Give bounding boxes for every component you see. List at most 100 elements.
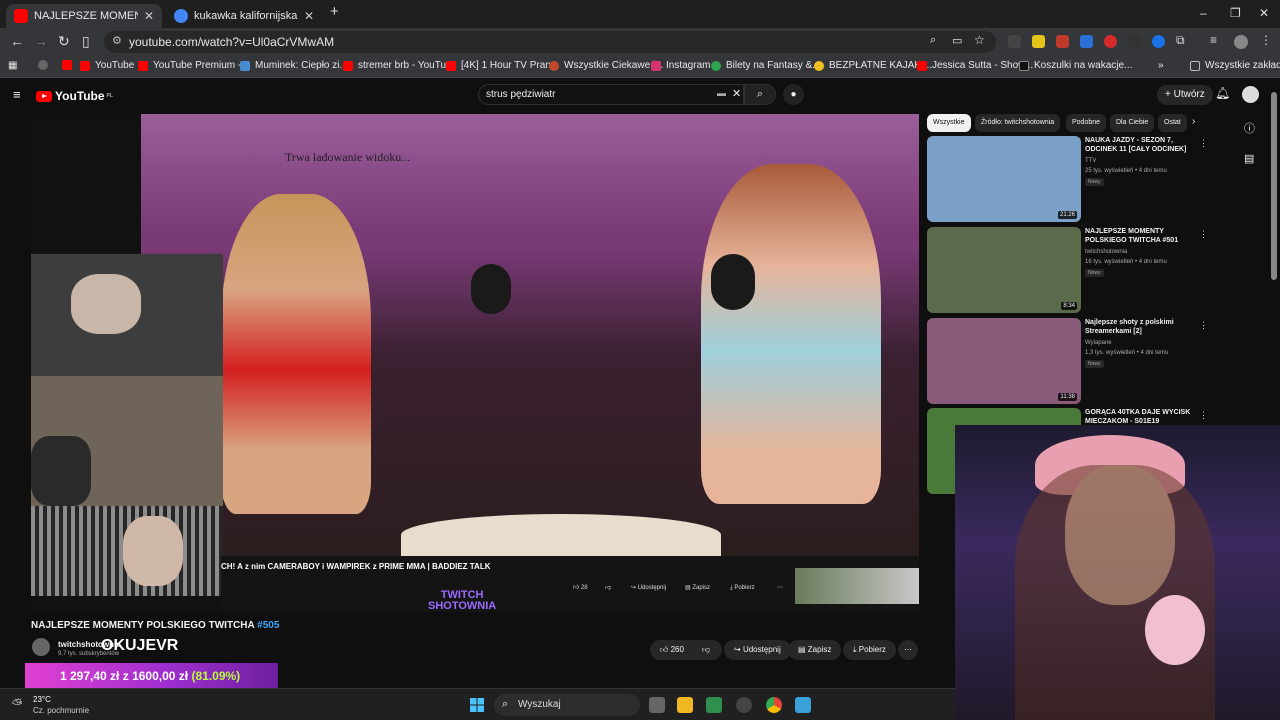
notifications-bell-icon[interactable]: 🔔︎ [1215,86,1230,100]
bookmark-youtube-icon[interactable] [62,60,77,70]
create-button[interactable]: + Utwórz [1157,85,1213,105]
save-button[interactable]: ▤ Zapisz [788,640,842,660]
chat-icon[interactable]: ▤ [1244,152,1254,165]
recommendation-channel[interactable]: Wylapane [1085,340,1112,346]
zoom-icon[interactable]: ⌕ [930,34,936,47]
site-info-icon[interactable]: ⚙ [112,34,122,47]
side-panel-icon[interactable]: ▯ [82,33,90,50]
extension-icon[interactable] [1032,35,1045,48]
close-window-icon[interactable]: ✕ [1259,6,1269,20]
tab-close-icon[interactable]: ✕ [144,9,154,23]
video-thumbnail[interactable] [927,136,1081,222]
notepad-icon[interactable] [795,697,811,713]
app-icon[interactable] [736,697,752,713]
file-explorer-icon[interactable] [677,697,693,713]
chip-all[interactable]: Wszystkie [927,114,971,132]
recommendation-title[interactable]: GORĄCA 40TKA DAJE WYCISK MIECZAKOM - S01… [1085,408,1197,426]
bookmark-item[interactable]: stremer brb - YouTu... [343,60,454,71]
info-icon[interactable]: ⓘ [1244,120,1255,136]
minimize-icon[interactable]: – [1200,6,1207,20]
bookmark-item[interactable]: Wszystkie Ciekawe i... [549,60,663,71]
weather-temperature[interactable]: 23°C [33,695,51,704]
tab-youtube[interactable]: NAJLEPSZE MOMENTY POLSKIEGO TWITCHA ✕ [6,4,162,28]
download-button[interactable]: ⤓ Pobierz [843,640,896,660]
dislike-button[interactable]: 👎︎ [694,640,722,660]
video-player[interactable]: Trwa ładowanie widoku... CH! A z nim CAM… [31,114,919,612]
chip-source[interactable]: Źródło: twitchshotownia [975,114,1061,132]
bookmark-item[interactable]: [4K] 1 Hour TV Pran... [446,60,559,71]
video-thumbnail[interactable] [927,318,1081,404]
account-avatar[interactable] [1242,86,1259,103]
chrome-icon[interactable] [766,697,782,713]
profile-avatar[interactable] [1234,35,1248,49]
youtube-logo[interactable]: YouTube PL [36,89,113,103]
reading-list-icon[interactable]: ≡ [1210,33,1217,47]
recommendation-channel[interactable]: TTV [1085,158,1096,164]
chrome-menu-icon[interactable]: ⋮ [1260,33,1272,47]
recommendation-item[interactable]: 11:38 Najlepsze shoty z polskimi Streame… [927,318,1208,404]
search-input[interactable]: strus pędziwiatr ▬ ✕ [478,84,744,105]
recommendation-title[interactable]: NAJLEPSZE MOMENTY POLSKIEGO TWITCHA #501 [1085,227,1197,245]
address-bar[interactable]: ⚙ youtube.com/watch?v=Ul0aCrVMwAM ⌕ ▭ ☆ [104,31,996,53]
hamburger-menu-icon[interactable]: ≡ [13,87,21,102]
bookmark-item[interactable]: Jessica Sutta - Show... [917,60,1033,71]
channel-avatar[interactable] [32,638,50,656]
kebab-menu-icon[interactable]: ⋮ [1199,410,1208,421]
extension-icon[interactable] [1056,35,1069,48]
tab-close-icon[interactable]: ✕ [304,9,314,23]
more-actions-button[interactable]: ⋯ [898,640,918,660]
reload-icon[interactable]: ↻ [58,33,70,50]
weather-icon[interactable]: ⛅︎ [12,696,22,712]
extension-icon[interactable] [1128,35,1141,48]
restore-icon[interactable]: ❐ [1230,6,1241,20]
recommendation-channel[interactable]: twitchshotownia [1085,249,1127,255]
bookmark-item[interactable]: BEZPŁATNE KAJAKI... [814,60,932,71]
video-thumbnail[interactable] [927,227,1081,313]
task-view-icon[interactable] [649,697,665,713]
bookmark-item[interactable]: YouTube [80,60,134,71]
chip-recent[interactable]: Ostat [1158,114,1187,132]
windows-start-icon[interactable] [470,698,484,712]
new-tab-button[interactable]: + [330,3,339,20]
apps-grid-icon[interactable]: ▦ [8,60,17,71]
kebab-menu-icon[interactable]: ⋮ [1199,138,1208,149]
recommendation-item[interactable]: 8:34 NAJLEPSZE MOMENTY POLSKIEGO TWITCHA… [927,227,1208,313]
chip-related[interactable]: Podobne [1066,114,1107,132]
extension-icon[interactable] [1080,35,1093,48]
bookmark-item[interactable]: Koszulki na wakacje... [1019,60,1132,71]
cast-icon[interactable]: ▭ [952,34,962,47]
extensions-puzzle-icon[interactable]: ⧉ [1176,33,1185,48]
tab-google[interactable]: kukawka kalifornijska - Szukaj w Google … [166,4,322,28]
chip-for-you[interactable]: Dla Ciebie [1110,114,1155,132]
all-bookmarks-folder[interactable]: Wszystkie zakładki [1190,60,1280,71]
weather-description[interactable]: Cz. pochmurnie [33,706,89,715]
keyboard-icon[interactable]: ▬ [717,88,726,98]
bookmark-item[interactable]: YouTube Premium -... [138,60,250,71]
episode-hashtag[interactable]: #505 [257,620,279,631]
bookmark-item[interactable]: Muminek: Ciepło zi... [240,60,348,71]
extension-icon[interactable] [1104,35,1117,48]
bookmark-star-icon[interactable]: ☆ [974,33,985,47]
recommendation-item[interactable]: 21:26 NAUKA JAZDY - SEZON 7, ODCINEK 11 … [927,136,1208,222]
kebab-menu-icon[interactable]: ⋮ [1199,320,1208,331]
taskbar-search[interactable]: ⌕ Wyszukaj [494,694,640,716]
page-scrollbar[interactable] [1271,92,1277,280]
taskbar-search-label: Wyszukaj [518,699,561,710]
chevron-right-icon[interactable]: » [1158,60,1164,71]
search-button[interactable]: ⌕ [744,84,776,105]
extension-icon[interactable] [1152,35,1165,48]
recommendation-title[interactable]: NAUKA JAZDY - SEZON 7, ODCINEK 11 [CAŁY … [1085,136,1197,154]
recommendation-title[interactable]: Najlepsze shoty z polskimi Streamerkami … [1085,318,1197,336]
voice-search-button[interactable]: ● [783,84,804,105]
kebab-menu-icon[interactable]: ⋮ [1199,229,1208,240]
bookmark-icon[interactable] [38,60,53,70]
back-icon[interactable]: ← [10,33,24,49]
bookmark-item[interactable]: Instagram [651,60,710,71]
extension-icon[interactable] [1008,35,1021,48]
store-icon[interactable] [706,697,722,713]
bookmark-item[interactable]: Bilety na Fantasy &... [711,60,821,71]
share-button[interactable]: ↪ Udostępnij [724,640,791,660]
forward-icon[interactable]: → [34,33,48,49]
clear-search-icon[interactable]: ✕ [732,87,741,100]
chevron-right-icon[interactable]: › [1192,116,1195,127]
